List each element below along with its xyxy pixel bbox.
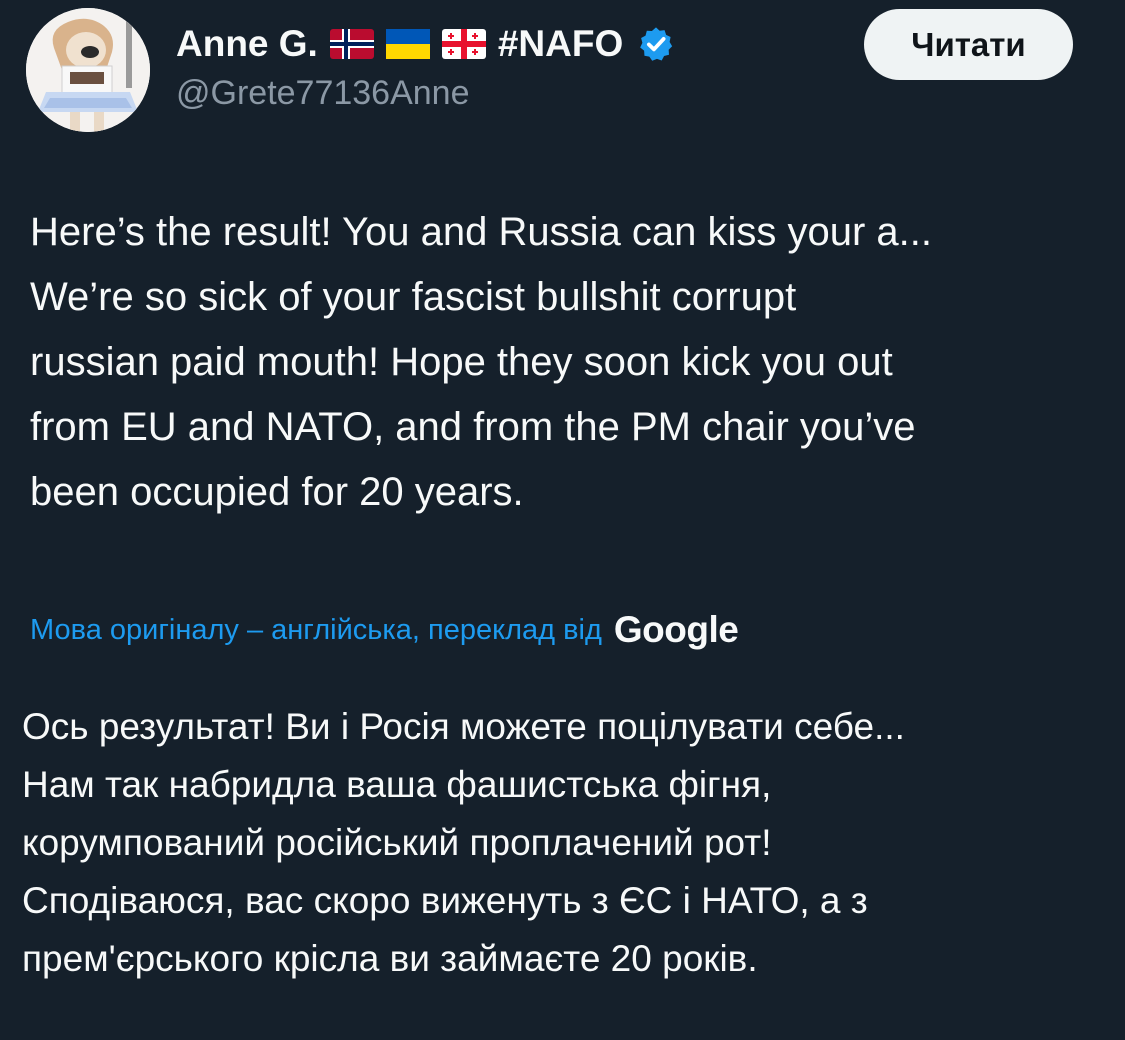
translated-text-line: Ось результат! Ви і Росія можете поцілув… bbox=[22, 706, 905, 747]
georgia-flag-icon bbox=[441, 29, 486, 59]
avatar[interactable] bbox=[26, 8, 150, 132]
translation-attribution: Мова оригіналу – англійська, переклад ві… bbox=[30, 605, 739, 655]
follow-button[interactable]: Читати bbox=[864, 9, 1073, 80]
avatar-image bbox=[26, 8, 150, 132]
hashtag[interactable]: #NAFO bbox=[498, 23, 623, 65]
norway-flag-icon bbox=[329, 29, 374, 59]
tweet-text-line: russian paid mouth! Hope they soon kick … bbox=[30, 340, 893, 384]
translation-label[interactable]: Мова оригіналу – англійська, переклад ві… bbox=[30, 614, 602, 647]
ukraine-flag-icon bbox=[385, 29, 430, 59]
tweet-text-line: We’re so sick of your fascist bullshit c… bbox=[30, 275, 797, 319]
author-handle[interactable]: @Grete77136Anne bbox=[176, 74, 470, 113]
translated-text: Ось результат! Ви і Росія можете поцілув… bbox=[22, 698, 1112, 988]
translated-text-line: корумпований російський проплачений рот! bbox=[22, 822, 772, 863]
verified-badge-icon bbox=[640, 27, 673, 61]
display-name[interactable]: Anne G. bbox=[176, 23, 318, 65]
tweet-text-line: Here’s the result! You and Russia can ki… bbox=[30, 210, 932, 254]
flags bbox=[329, 29, 486, 59]
tweet-text-line: from EU and NATO, and from the PM chair … bbox=[30, 405, 916, 449]
author-header[interactable]: Anne G. #NAFO bbox=[176, 20, 675, 68]
translated-text-line: Нам так набридла ваша фашистська фігня, bbox=[22, 764, 772, 805]
tweet-text: Here’s the result! You and Russia can ki… bbox=[30, 200, 1110, 525]
tweet-text-line: been occupied for 20 years. bbox=[30, 470, 524, 514]
translated-text-line: Сподіваюся, вас скоро виженуть з ЄС і НА… bbox=[22, 880, 868, 921]
translated-text-line: прем'єрського крісла ви займаєте 20 рокі… bbox=[22, 938, 758, 979]
google-logo: Google bbox=[613, 609, 739, 650]
